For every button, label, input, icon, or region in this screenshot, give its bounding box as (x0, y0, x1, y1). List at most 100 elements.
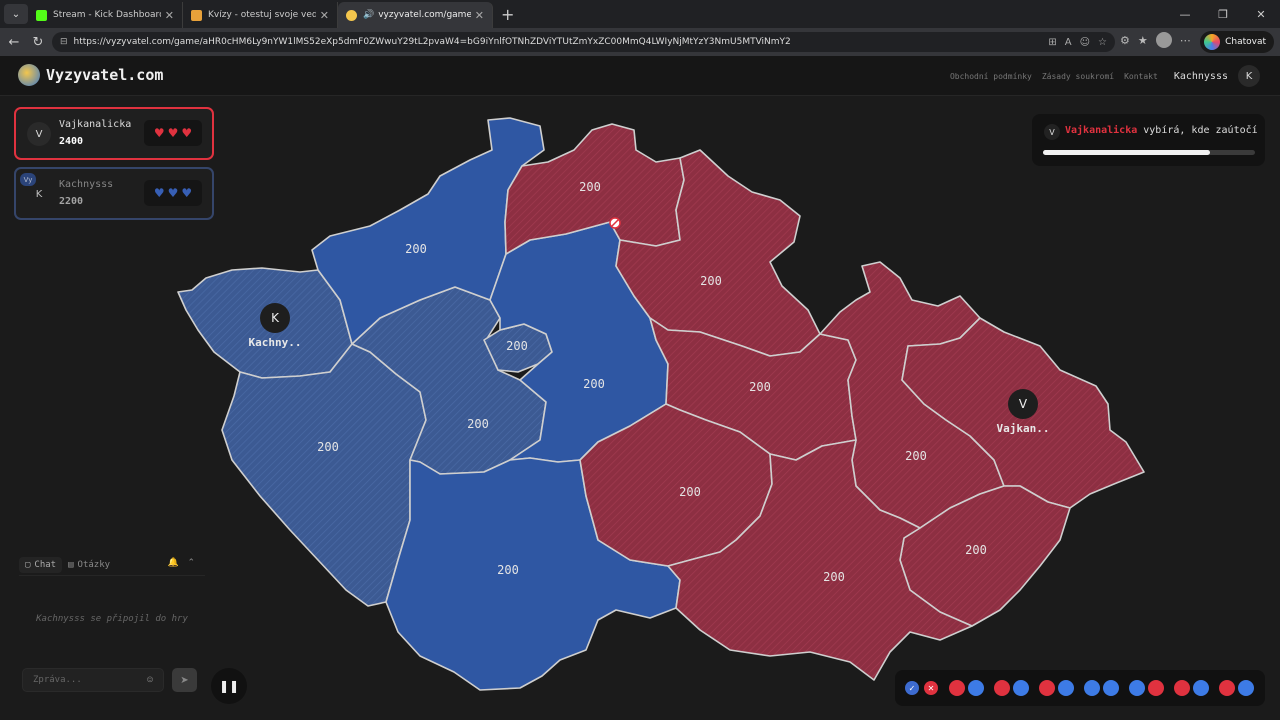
heart-icon: ♥ (167, 126, 179, 140)
region-value-praha: 200 (506, 339, 528, 353)
url-field[interactable]: ⊟ https://vyzyvatel.com/game/aHR0cHM6Ly9… (52, 32, 1115, 52)
nav-link-contact[interactable]: Kontakt (1124, 72, 1158, 81)
pause-button[interactable]: ❚❚ (211, 668, 247, 704)
region-value-stredocesky-west: 200 (467, 417, 489, 431)
send-icon: ➤ (180, 674, 189, 686)
player-avatar: V (27, 122, 51, 146)
round-check-icon: ✓ (905, 681, 919, 695)
close-tab-icon[interactable]: ✕ (165, 9, 174, 22)
heart-icon: ♥ (153, 186, 165, 200)
nav-link-privacy[interactable]: Zásady soukromí (1042, 72, 1114, 81)
send-button[interactable]: ➤ (172, 668, 197, 692)
minimize-icon[interactable]: — (1166, 0, 1204, 28)
game-page: Vyzyvatel.com Obchodní podmínky Zásady s… (0, 56, 1280, 720)
apps-icon[interactable]: ⊞ (1048, 37, 1056, 48)
region-value-plzensky: 200 (317, 440, 339, 454)
close-window-icon[interactable]: ✕ (1242, 0, 1280, 28)
player-card-vajkanalicka: V Vajkanalicka 2400 ♥ ♥ ♥ (14, 107, 214, 160)
logo-text: Vyzyvatel.com (46, 66, 164, 84)
round-sword-icon: ✕ (924, 681, 938, 695)
tab-questions[interactable]: ▤ Otázky (62, 557, 116, 573)
heart-icon: ♥ (181, 186, 193, 200)
turn-timer-bar (1043, 150, 1255, 155)
reload-icon[interactable]: ↻ (26, 35, 50, 50)
speaker-icon: 🔊 (363, 10, 375, 20)
back-icon[interactable]: ← (2, 35, 26, 50)
site-logo[interactable]: Vyzyvatel.com (18, 64, 163, 86)
copilot-button[interactable]: Chatovat (1200, 31, 1274, 53)
profile-avatar[interactable] (1155, 32, 1172, 48)
favorite-icon[interactable]: ☆ (1098, 37, 1107, 48)
translate-icon[interactable]: A (1065, 37, 1072, 48)
chat-panel: ▢ Chat ▤ Otázky 🔔 ⌃ Kachnysss se připojil … (19, 552, 205, 704)
round-result-dot (1219, 680, 1235, 696)
tab-title: vyzyvatel.com/game/aHR0cHM (378, 10, 471, 20)
tab-actions-button[interactable]: ⌄ (4, 4, 28, 24)
logo-icon (18, 64, 40, 86)
new-tab-button[interactable]: + (501, 5, 514, 24)
player-name: Vajkanalicka (59, 119, 132, 130)
site-nav: Obchodní podmínky Zásady soukromí Kontak… (950, 65, 1260, 87)
base-label: Kachny.. (249, 336, 302, 349)
region-value-pardubicky: 200 (749, 380, 771, 394)
site-header: Vyzyvatel.com Obchodní podmínky Zásady s… (0, 56, 1280, 96)
round-result-dot (1238, 680, 1254, 696)
round-result-dot (1013, 680, 1029, 696)
user-avatar[interactable]: K (1238, 65, 1260, 87)
tracking-icon[interactable]: ☺ (1080, 37, 1090, 48)
attack-marker-icon (609, 217, 621, 229)
chat-message: Kachnysss se připojil do hry (36, 614, 188, 624)
close-tab-icon[interactable]: ✕ (475, 9, 484, 22)
base-initial: K (271, 311, 280, 325)
round-result-dot (1058, 680, 1074, 696)
tab-title: Stream - Kick Dashboard (53, 10, 161, 20)
round-result-dot (1129, 680, 1145, 696)
region-value-jihocesky: 200 (497, 563, 519, 577)
chat-input[interactable]: Zpráva... ☺ (22, 668, 164, 692)
region-value-vysocina: 200 (679, 485, 701, 499)
player-name: Kachnysss (59, 179, 114, 190)
round-result-dot (1084, 680, 1100, 696)
region-value-stredocesky-east: 200 (583, 377, 605, 391)
username[interactable]: Kachnysss (1174, 71, 1228, 82)
site-info-icon[interactable]: ⊟ (60, 37, 68, 47)
chat-input-placeholder: Zpráva... (33, 675, 82, 685)
player-score: 2200 (59, 196, 84, 207)
copilot-icon (1204, 34, 1221, 50)
close-tab-icon[interactable]: ✕ (320, 9, 329, 22)
player-lives: ♥ ♥ ♥ (144, 120, 202, 146)
chevron-up-icon[interactable]: ⌃ (187, 558, 195, 568)
round-result-dot (994, 680, 1010, 696)
round-result-dot (1174, 680, 1190, 696)
turn-action: vybírá, kde zaútočí (1137, 125, 1258, 136)
more-icon[interactable]: ⋯ (1180, 34, 1191, 47)
vyzyvatel-favicon-icon (346, 9, 357, 21)
round-result-dot (968, 680, 984, 696)
heart-icon: ♥ (153, 126, 165, 140)
extensions-icon[interactable]: ⚙ (1120, 34, 1130, 47)
window-controls: — ❐ ✕ (1166, 0, 1280, 28)
emoji-icon[interactable]: ☺ (147, 675, 153, 686)
round-result-dot (1039, 680, 1055, 696)
browser-address-bar: ← ↻ ⊟ https://vyzyvatel.com/game/aHR0cHM… (0, 28, 1280, 56)
chat-bubble-icon: ▢ (25, 559, 31, 570)
copilot-label: Chatovat (1225, 37, 1266, 47)
browser-tab-2[interactable]: Kvízy - otestuj svoje vedomosti! - ✕ (183, 2, 338, 28)
player-score: 2400 (59, 136, 84, 147)
favorites-icon[interactable]: ★ (1138, 34, 1148, 47)
nav-link-terms[interactable]: Obchodní podmínky (950, 72, 1032, 81)
browser-tab-3[interactable]: 🔊 vyzyvatel.com/game/aHR0cHM ✕ (338, 2, 493, 28)
url-text: https://vyzyvatel.com/game/aHR0cHM6Ly9nY… (73, 37, 791, 47)
region-value-liberecky: 200 (579, 180, 601, 194)
tab-chat[interactable]: ▢ Chat (19, 556, 63, 573)
region-value-jihomoravsky: 200 (823, 570, 845, 584)
region-value-ustecky: 200 (405, 242, 427, 256)
round-history: ✓ ✕ (895, 670, 1265, 706)
turn-player-avatar: V (1044, 124, 1060, 140)
maximize-icon[interactable]: ❐ (1204, 0, 1242, 28)
browser-tab-1[interactable]: Stream - Kick Dashboard ✕ (28, 2, 183, 28)
player-lives: ♥ ♥ ♥ (144, 180, 202, 206)
player-card-kachnysss: Vy K Kachnysss 2200 ♥ ♥ ♥ (14, 167, 214, 220)
bell-icon[interactable]: 🔔 (168, 558, 179, 568)
kick-favicon-icon (36, 9, 47, 21)
